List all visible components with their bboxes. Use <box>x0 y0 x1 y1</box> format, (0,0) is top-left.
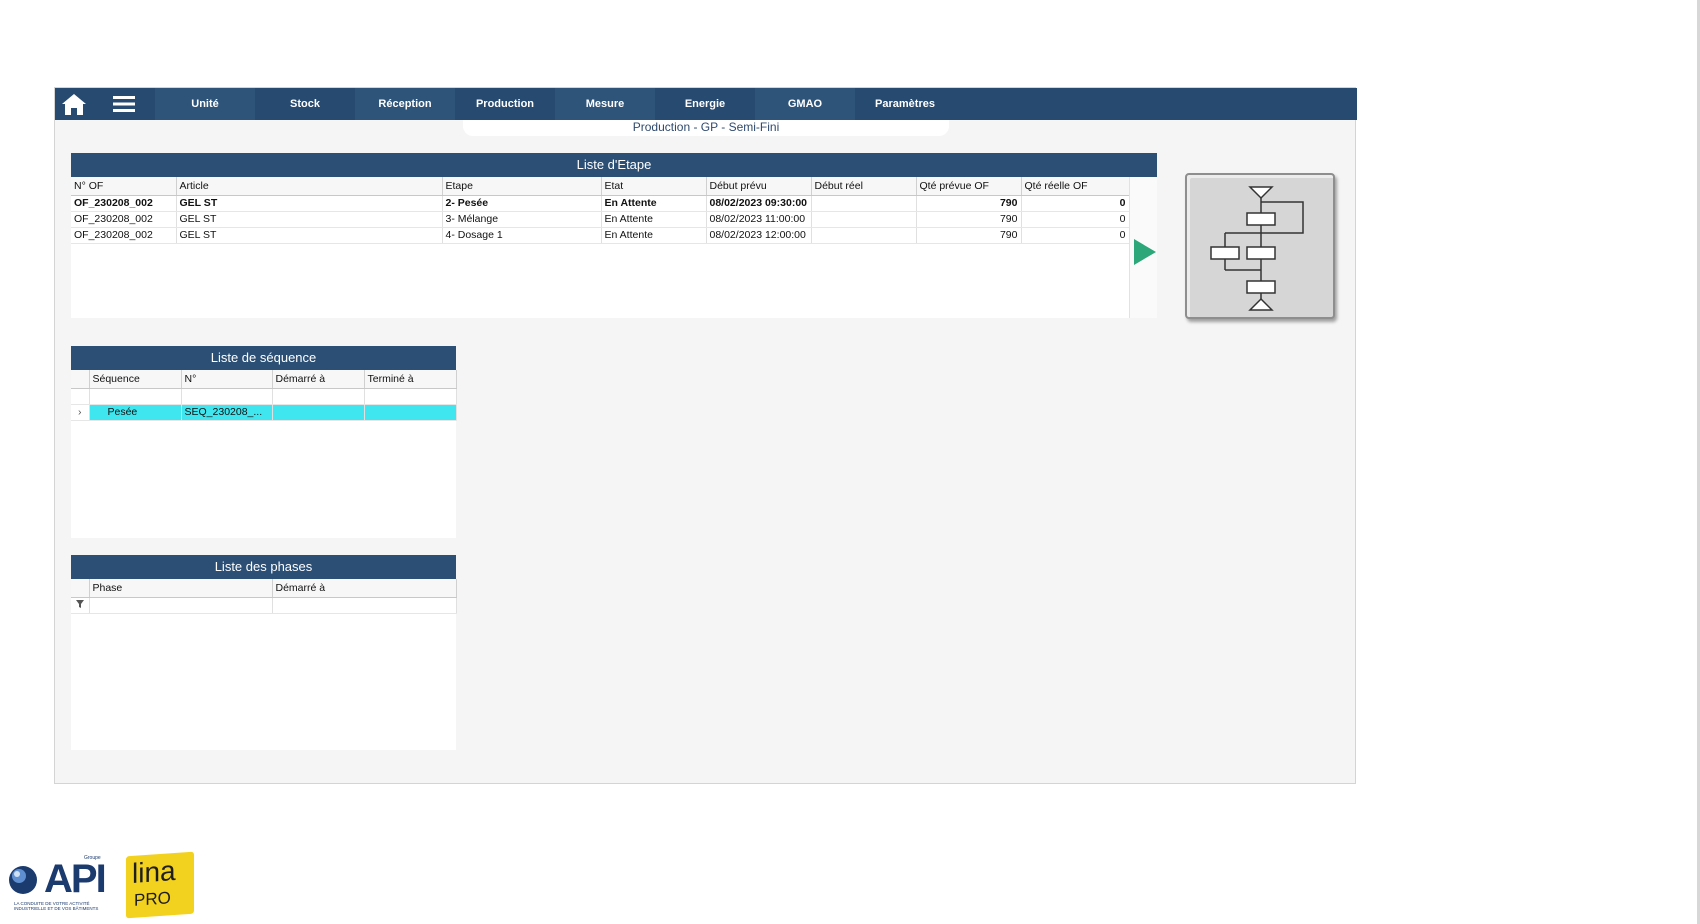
page-title: Production - GP - Semi-Fini <box>463 120 949 136</box>
cell-article: GEL ST <box>176 227 443 244</box>
cell-qte-prevue: 790 <box>916 211 1022 228</box>
hamburger-icon <box>113 96 135 112</box>
cell-nof: OF_230208_002 <box>71 227 177 244</box>
filter-cell[interactable] <box>364 388 457 405</box>
cell-qte-prevue: 790 <box>916 227 1022 244</box>
cell-qte-reelle: 0 <box>1021 195 1130 212</box>
etape-table: N° OF Article Etape Etat Début prévu Déb… <box>71 177 1130 244</box>
cell-article: GEL ST <box>176 195 443 212</box>
col-qte-reelle[interactable]: Qté réelle OF <box>1021 177 1130 196</box>
col-phase[interactable]: Phase <box>89 579 273 598</box>
filter-cell[interactable] <box>272 388 365 405</box>
cell-qte-reelle: 0 <box>1021 227 1130 244</box>
phases-header-row: Phase Démarré à <box>71 579 457 598</box>
cell-nof: OF_230208_002 <box>71 211 177 228</box>
play-icon[interactable] <box>1134 239 1156 265</box>
col-qte-prevue[interactable]: Qté prévue OF <box>916 177 1022 196</box>
col-termine[interactable]: Terminé à <box>364 370 457 389</box>
col-sequence[interactable]: Séquence <box>89 370 182 389</box>
cell-qte-reelle: 0 <box>1021 211 1130 228</box>
row-header-cell <box>71 370 90 389</box>
nav-mesure[interactable]: Mesure <box>555 88 655 120</box>
cell-etape: 2- Pesée <box>442 195 602 212</box>
cell-debut-prevu: 08/02/2023 12:00:00 <box>706 227 812 244</box>
col-debut-reel[interactable]: Début réel <box>811 177 917 196</box>
globe-icon <box>9 866 37 894</box>
cell-nof: OF_230208_002 <box>71 195 177 212</box>
col-etat[interactable]: Etat <box>601 177 707 196</box>
row-header-cell <box>71 579 90 598</box>
cell-debut-reel <box>811 227 917 244</box>
row-expander[interactable]: › <box>71 404 90 421</box>
sequence-panel: Liste de séquence Séquence N° Démarré à … <box>71 346 457 538</box>
cell-qte-prevue: 790 <box>916 195 1022 212</box>
table-row[interactable]: OF_230208_002 GEL ST 4- Dosage 1 En Atte… <box>71 227 1130 244</box>
nav-energie[interactable]: Energie <box>655 88 755 120</box>
cell-sequence: Pesée <box>89 404 182 421</box>
nav-parametres[interactable]: Paramètres <box>855 88 955 120</box>
lina-logo-text: lina <box>132 854 176 889</box>
flowchart-icon <box>1210 186 1304 311</box>
sequence-filter-row <box>71 388 457 405</box>
cell-etat: En Attente <box>601 227 707 244</box>
flowchart-button[interactable] <box>1185 173 1335 319</box>
phases-table: Phase Démarré à <box>71 579 457 614</box>
sequence-table: Séquence N° Démarré à Terminé à › Pesée … <box>71 370 457 421</box>
cell-article: GEL ST <box>176 211 443 228</box>
nav-production[interactable]: Production <box>455 88 555 120</box>
etape-side-strip <box>1129 177 1157 318</box>
api-logo: Groupe API LA CONDUITE DE VOTRE ACTIVITÉ… <box>6 855 110 915</box>
cell-termine <box>364 404 457 421</box>
nav-unite[interactable]: Unité <box>155 88 255 120</box>
nav-gmao[interactable]: GMAO <box>755 88 855 120</box>
col-demarre[interactable]: Démarré à <box>272 579 457 598</box>
top-navbar: Unité Stock Réception Production Mesure … <box>55 88 1357 120</box>
filter-cell <box>71 388 90 405</box>
cell-debut-reel <box>811 211 917 228</box>
lina-pro-text: PRO <box>134 888 171 910</box>
etape-header-row: N° OF Article Etape Etat Début prévu Déb… <box>71 177 1130 196</box>
filter-icon <box>75 600 84 608</box>
etape-panel: Liste d'Etape N° OF Article Etape Etat D… <box>71 153 1157 318</box>
col-debut-prevu[interactable]: Début prévu <box>706 177 812 196</box>
cell-etat: En Attente <box>601 195 707 212</box>
filter-cell[interactable] <box>272 597 457 614</box>
lina-pro-logo: lina PRO <box>126 851 194 919</box>
page: { "nav": { "items": ["Unité", "Stock", "… <box>0 0 1700 924</box>
app-window: Unité Stock Réception Production Mesure … <box>54 87 1357 784</box>
cell-etat: En Attente <box>601 211 707 228</box>
col-article[interactable]: Article <box>176 177 443 196</box>
home-icon <box>62 94 86 115</box>
api-logo-text: API <box>44 857 107 901</box>
table-row[interactable]: OF_230208_002 GEL ST 2- Pesée En Attente… <box>71 195 1130 212</box>
cell-debut-prevu: 08/02/2023 09:30:00 <box>706 195 812 212</box>
col-numero[interactable]: N° <box>181 370 273 389</box>
filter-cell[interactable] <box>89 597 273 614</box>
sequence-panel-title: Liste de séquence <box>71 346 456 370</box>
cell-etape: 3- Mélange <box>442 211 602 228</box>
sequence-header-row: Séquence N° Démarré à Terminé à <box>71 370 457 389</box>
home-button[interactable] <box>55 88 93 120</box>
table-row[interactable]: OF_230208_002 GEL ST 3- Mélange En Atten… <box>71 211 1130 228</box>
cell-debut-prevu: 08/02/2023 11:00:00 <box>706 211 812 228</box>
etape-panel-title: Liste d'Etape <box>71 153 1157 177</box>
filter-cell[interactable] <box>89 388 182 405</box>
phases-panel-title: Liste des phases <box>71 555 456 579</box>
nav-stock[interactable]: Stock <box>255 88 355 120</box>
cell-debut-reel <box>811 195 917 212</box>
table-row[interactable]: › Pesée SEQ_230208_... <box>71 404 457 421</box>
filter-button[interactable] <box>71 597 90 614</box>
col-etape[interactable]: Etape <box>442 177 602 196</box>
menu-button[interactable] <box>93 88 155 120</box>
cell-demarre <box>272 404 365 421</box>
col-demarre[interactable]: Démarré à <box>272 370 365 389</box>
phases-panel: Liste des phases Phase Démarré à <box>71 555 457 750</box>
filter-cell[interactable] <box>181 388 273 405</box>
api-tagline: LA CONDUITE DE VOTRE ACTIVITÉ INDUSTRIEL… <box>14 901 99 911</box>
col-nof[interactable]: N° OF <box>71 177 177 196</box>
cell-etape: 4- Dosage 1 <box>442 227 602 244</box>
cell-numero: SEQ_230208_... <box>181 404 273 421</box>
nav-reception[interactable]: Réception <box>355 88 455 120</box>
phases-filter-row <box>71 597 457 614</box>
